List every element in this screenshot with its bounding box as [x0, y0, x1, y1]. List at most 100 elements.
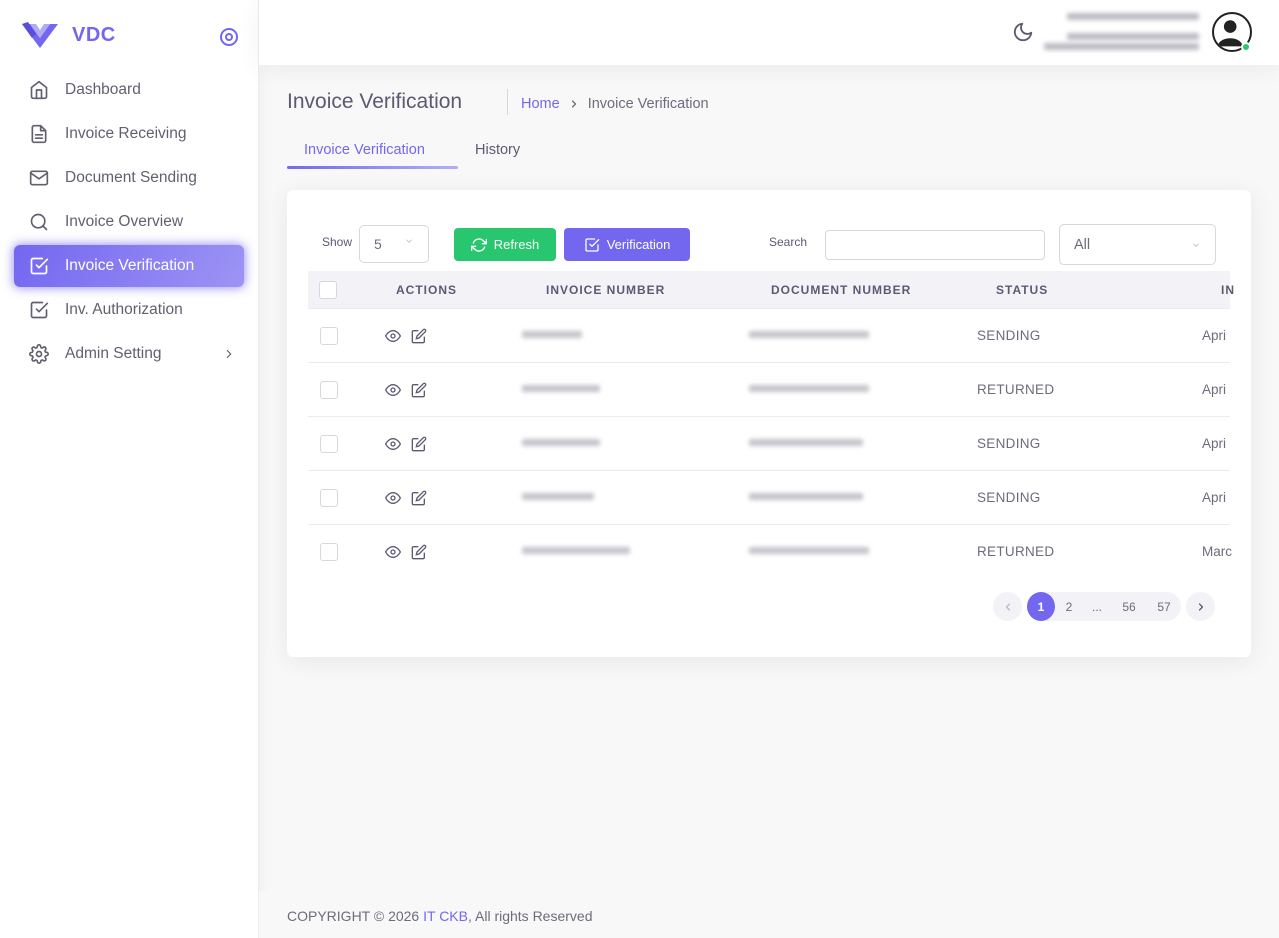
column-header-document-number[interactable]: DOCUMENT NUMBER: [771, 283, 911, 297]
edit-icon[interactable]: [411, 490, 427, 506]
sidebar-item-label: Inv. Authorization: [65, 301, 183, 318]
page-button-1[interactable]: 1: [1027, 592, 1055, 621]
sidebar-item-invoice-overview[interactable]: Invoice Overview: [14, 201, 244, 243]
breadcrumb-divider: [507, 89, 508, 115]
prev-page-button[interactable]: [993, 592, 1022, 621]
edit-icon[interactable]: [411, 436, 427, 452]
invoice-number-redacted: [522, 385, 600, 392]
page-numbers: 1 2 ... 56 57: [1027, 592, 1181, 621]
table-header: ACTIONS INVOICE NUMBER DOCUMENT NUMBER S…: [308, 271, 1234, 309]
document-number-redacted: [749, 331, 869, 338]
refresh-label: Refresh: [493, 237, 540, 252]
moon-icon[interactable]: [1012, 21, 1034, 43]
column-header-status[interactable]: STATUS: [996, 283, 1048, 297]
chevron-down-icon: [1193, 243, 1199, 247]
edit-icon[interactable]: [411, 328, 427, 344]
eye-icon[interactable]: [385, 328, 401, 344]
column-header-invoice-number[interactable]: INVOICE NUMBER: [546, 283, 665, 297]
home-icon: [30, 80, 48, 100]
invoice-number-redacted: [522, 331, 582, 338]
row-checkbox[interactable]: [320, 435, 338, 453]
page-button-2[interactable]: 2: [1055, 592, 1083, 621]
invoice-date-cell: Marc: [1202, 544, 1232, 559]
column-header-invoice-date[interactable]: IN: [1221, 283, 1235, 297]
breadcrumb: Home Invoice Verification: [521, 96, 709, 112]
eye-icon[interactable]: [385, 436, 401, 452]
edit-icon[interactable]: [411, 382, 427, 398]
select-all-checkbox[interactable]: [319, 281, 337, 299]
refresh-icon: [470, 237, 487, 252]
page-button-57[interactable]: 57: [1147, 592, 1181, 621]
breadcrumb-home-link[interactable]: Home: [521, 96, 560, 112]
sidebar-collapse-icon[interactable]: [219, 27, 239, 47]
eye-icon[interactable]: [385, 490, 401, 506]
status-cell: SENDING: [977, 490, 1041, 505]
invoice-date-cell: Apri: [1202, 490, 1227, 505]
refresh-button[interactable]: Refresh: [454, 228, 556, 261]
page-ellipsis[interactable]: ...: [1083, 592, 1111, 621]
check-square-icon: [585, 237, 600, 252]
table-row: SENDING Apri: [308, 471, 1230, 525]
page-button-56[interactable]: 56: [1111, 592, 1147, 621]
chevron-down-icon: [406, 239, 412, 243]
eye-icon[interactable]: [385, 544, 401, 560]
brand[interactable]: VDC: [22, 22, 116, 48]
footer: COPYRIGHT © 2026 IT CKB, All rights Rese…: [259, 891, 1279, 938]
status-cell: SENDING: [977, 328, 1041, 343]
breadcrumb-current: Invoice Verification: [587, 96, 709, 112]
user-name-redacted: [1067, 13, 1199, 20]
sidebar-item-invoice-receiving[interactable]: Invoice Receiving: [14, 113, 244, 155]
table-row: SENDING Apri: [308, 417, 1230, 471]
sidebar-item-dashboard[interactable]: Dashboard: [14, 69, 244, 111]
vdc-logo-icon: [22, 22, 58, 48]
sidebar-item-invoice-verification[interactable]: Invoice Verification: [14, 245, 244, 287]
sidebar-item-inv-authorization[interactable]: Inv. Authorization: [14, 289, 244, 331]
status-cell: SENDING: [977, 436, 1041, 451]
verification-button[interactable]: Verification: [564, 228, 690, 261]
tab-invoice-verification[interactable]: Invoice Verification: [304, 142, 425, 158]
copyright-suffix: , All rights Reserved: [467, 908, 593, 924]
sidebar-item-label: Invoice Receiving: [65, 125, 187, 142]
sidebar-item-document-sending[interactable]: Document Sending: [14, 157, 244, 199]
chevron-right-icon: [1198, 602, 1203, 611]
invoice-date-cell: Apri: [1202, 382, 1227, 397]
row-checkbox[interactable]: [320, 327, 338, 345]
copyright-prefix: COPYRIGHT © 2026: [287, 908, 424, 924]
mail-icon: [29, 170, 49, 186]
status-filter-select[interactable]: All: [1059, 224, 1216, 265]
row-checkbox[interactable]: [320, 489, 338, 507]
status-cell: RETURNED: [977, 544, 1055, 559]
page-size-select[interactable]: 5: [359, 225, 429, 263]
document-number-redacted: [749, 493, 863, 500]
online-status-indicator: [1241, 42, 1251, 52]
pagination: 1 2 ... 56 57: [993, 592, 1215, 621]
invoice-number-redacted: [522, 439, 600, 446]
company-link[interactable]: IT CKB: [423, 908, 468, 924]
sidebar: VDC Dashboard Invoice Receiving Document…: [0, 0, 259, 938]
edit-icon[interactable]: [411, 544, 427, 560]
search-input[interactable]: [825, 230, 1045, 260]
file-text-icon: [31, 124, 47, 144]
column-header-actions[interactable]: ACTIONS: [396, 283, 457, 297]
next-page-button[interactable]: [1186, 592, 1215, 621]
eye-icon[interactable]: [385, 382, 401, 398]
sidebar-item-label: Dashboard: [65, 81, 141, 98]
row-checkbox[interactable]: [320, 381, 338, 399]
invoice-number-redacted: [522, 493, 594, 500]
sidebar-item-admin-setting[interactable]: Admin Setting: [14, 333, 244, 375]
invoice-date-cell: Apri: [1202, 436, 1227, 451]
user-role-redacted: [1067, 33, 1199, 40]
sidebar-item-label: Invoice Verification: [65, 257, 195, 274]
search-label: Search: [769, 235, 808, 249]
chevron-right-icon: [571, 100, 576, 108]
active-tab-indicator: [287, 166, 458, 169]
invoice-number-redacted: [522, 547, 630, 554]
invoice-date-cell: Apri: [1202, 328, 1227, 343]
table-row: SENDING Apri: [308, 309, 1230, 363]
tab-history[interactable]: History: [475, 142, 520, 158]
page-title: Invoice Verification: [287, 90, 463, 113]
status-cell: RETURNED: [977, 382, 1055, 397]
check-square-icon: [30, 301, 49, 319]
row-checkbox[interactable]: [320, 543, 338, 561]
brand-name: VDC: [72, 23, 116, 46]
